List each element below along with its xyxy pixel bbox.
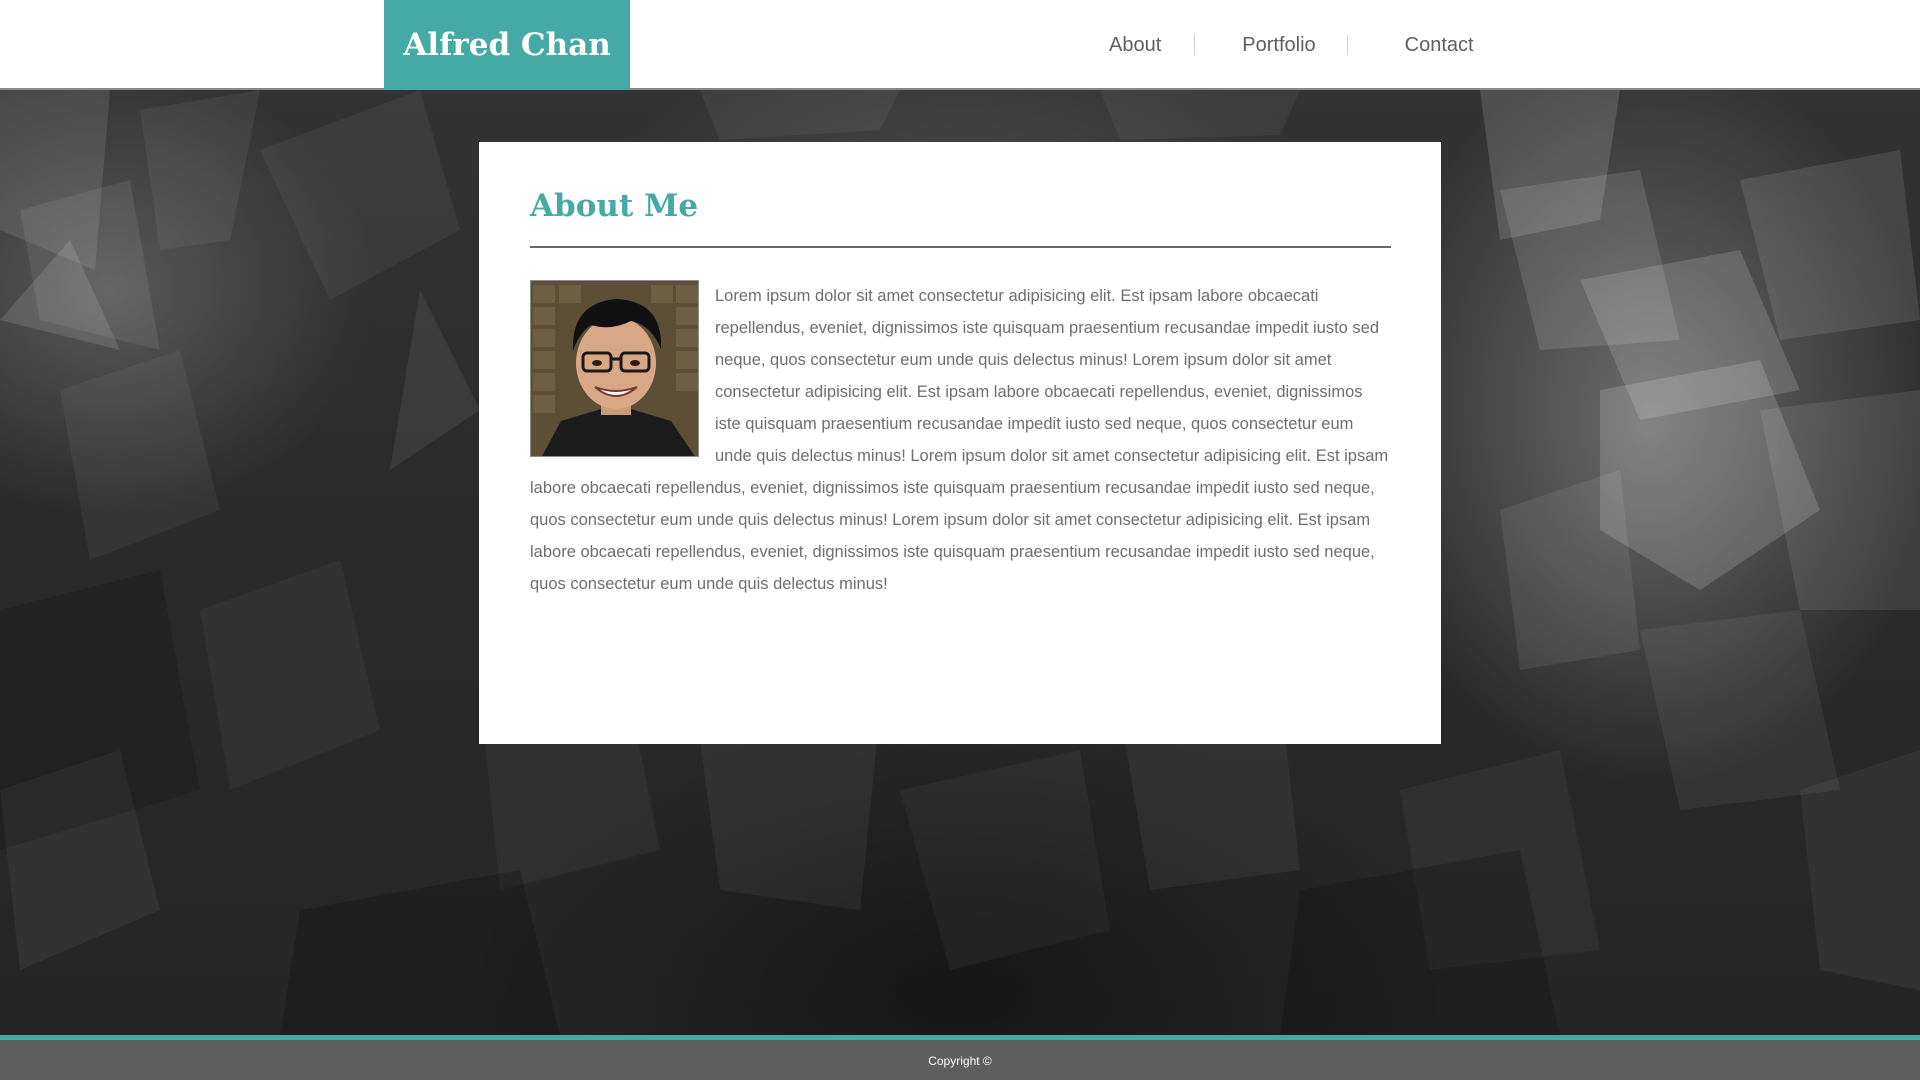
nav-item-contact[interactable]: Contact [1405,35,1474,55]
page-title: About Me [530,188,699,224]
profile-photo [530,280,699,457]
nav-item-about[interactable]: About [1109,35,1161,55]
site-logo[interactable]: Alfred Chan [384,0,630,90]
site-header: Alfred Chan About Portfolio Contact [0,0,1920,90]
about-card: About Me Lorem ipsum dolor sit amet cons… [479,142,1441,744]
nav-divider [1346,35,1348,55]
site-footer: Copyright © [0,1035,1920,1080]
nav-divider [1194,35,1196,55]
about-body: Lorem ipsum dolor sit amet consectetur a… [530,280,1391,600]
copyright-text: Copyright © [928,1054,992,1068]
main-nav: About Portfolio Contact [1060,0,1474,90]
title-divider [530,246,1391,248]
nav-item-portfolio[interactable]: Portfolio [1242,35,1315,55]
